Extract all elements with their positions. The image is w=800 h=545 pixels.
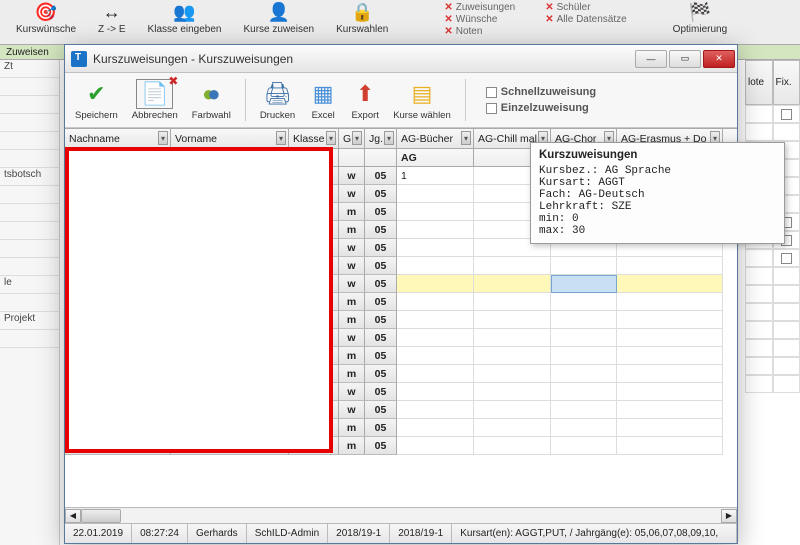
tab-zuweisen[interactable]: Zuweisen bbox=[6, 47, 49, 58]
colorpick-button[interactable]: ●● Farbwahl bbox=[188, 78, 235, 123]
sidebar-row[interactable] bbox=[0, 114, 59, 132]
fix-checkbox[interactable] bbox=[781, 109, 792, 120]
filter-icon[interactable]: ▾ bbox=[384, 131, 394, 145]
sidebar-row[interactable] bbox=[0, 222, 59, 240]
scroll-thumb[interactable] bbox=[81, 509, 121, 523]
sidebar-row[interactable] bbox=[0, 150, 59, 168]
target-icon: 🎯 bbox=[35, 2, 57, 22]
sidebar-row[interactable] bbox=[0, 240, 59, 258]
col-g[interactable]: G.▾ bbox=[339, 129, 365, 149]
strike-alledaten[interactable]: ✕Alle Datensätze bbox=[545, 14, 626, 25]
maximize-button[interactable]: ▭ bbox=[669, 50, 701, 68]
status-year2: 2018/19-1 bbox=[390, 524, 452, 543]
ribbon-kurswahlen[interactable]: 🔒 Kurswahlen bbox=[330, 2, 394, 35]
right-row[interactable] bbox=[745, 249, 800, 267]
minimize-button[interactable]: — bbox=[635, 50, 667, 68]
status-year1: 2018/19-1 bbox=[328, 524, 390, 543]
filter-icon[interactable]: ▾ bbox=[461, 131, 471, 145]
save-button[interactable]: ✔ Speichern bbox=[71, 78, 122, 123]
sidebar-row[interactable] bbox=[0, 78, 59, 96]
sidebar-row[interactable]: tsbotsch bbox=[0, 168, 59, 186]
dialog-titlebar[interactable]: Kurszuweisungen - Kurszuweisungen — ▭ ✕ bbox=[65, 45, 737, 73]
sidebar-row[interactable] bbox=[0, 96, 59, 114]
tooltip-title: Kurszuweisungen bbox=[539, 149, 776, 161]
status-role: SchILD-Admin bbox=[247, 524, 328, 543]
cancel-button[interactable]: ✖📄 Abbrechen bbox=[128, 78, 182, 123]
filter-icon[interactable]: ▾ bbox=[276, 131, 286, 145]
strike-labels: ✕Zuweisungen ✕Wünsche ✕Noten ✕Schüler ✕A… bbox=[444, 2, 626, 37]
pick-courses-button[interactable]: ▤ Kurse wählen bbox=[389, 78, 455, 123]
scroll-right-icon[interactable]: ▶ bbox=[721, 509, 737, 523]
list-icon: ▤ bbox=[408, 80, 436, 108]
sidebar-row[interactable] bbox=[0, 186, 59, 204]
separator bbox=[465, 79, 466, 121]
highlight-box bbox=[65, 147, 333, 453]
col-jg[interactable]: Jg.▾ bbox=[365, 129, 397, 149]
print-button[interactable]: 🖨 Drucken bbox=[256, 78, 299, 123]
strike-zuweisungen[interactable]: ✕Zuweisungen bbox=[444, 2, 515, 13]
sidebar-row[interactable] bbox=[0, 330, 59, 348]
right-row[interactable] bbox=[745, 105, 800, 123]
sidebar-row[interactable] bbox=[0, 294, 59, 312]
filter-icon[interactable]: ▾ bbox=[158, 131, 168, 145]
right-mini-grid: lote Fix. bbox=[745, 60, 800, 545]
ribbon-kurswuensche[interactable]: 🎯 Kurswünsche bbox=[10, 2, 82, 35]
status-bar: 22.01.2019 08:27:24 Gerhards SchILD-Admi… bbox=[65, 523, 737, 543]
status-time: 08:27:24 bbox=[132, 524, 188, 543]
dialog-title: Kurszuweisungen - Kurszuweisungen bbox=[93, 52, 635, 66]
grid-icon: ▦ bbox=[309, 80, 337, 108]
separator bbox=[245, 79, 246, 121]
sidebar-row[interactable] bbox=[0, 132, 59, 150]
ribbon-z-e[interactable]: ↔ Z -> E bbox=[92, 2, 132, 35]
close-button[interactable]: ✕ bbox=[703, 50, 735, 68]
col-lote[interactable]: lote bbox=[745, 60, 773, 105]
status-date: 22.01.2019 bbox=[65, 524, 132, 543]
col-fix[interactable]: Fix. bbox=[773, 60, 800, 105]
col-klasse[interactable]: Klasse▾ bbox=[289, 129, 339, 149]
scroll-track[interactable] bbox=[81, 509, 721, 523]
course-tooltip: Kurszuweisungen Kursbez.: AG Sprache Kur… bbox=[530, 142, 785, 244]
users-icon: 👥 bbox=[173, 2, 195, 22]
ribbon-klasse-eingeben[interactable]: 👥 Klasse eingeben bbox=[142, 2, 228, 35]
color-icon: ●● bbox=[197, 80, 225, 108]
printer-icon: 🖨 bbox=[264, 80, 292, 108]
horizontal-scrollbar[interactable]: ◀ ▶ bbox=[65, 507, 737, 523]
single-assign-checkbox[interactable]: Einzelzuweisung bbox=[486, 102, 596, 114]
col-vorname[interactable]: Vorname▾ bbox=[171, 129, 289, 149]
sidebar-row[interactable] bbox=[0, 204, 59, 222]
sub-ag: AG bbox=[397, 149, 474, 167]
fix-checkbox[interactable] bbox=[781, 253, 792, 264]
main-ribbon: 🎯 Kurswünsche ↔ Z -> E 👥 Klasse eingeben… bbox=[0, 0, 800, 45]
strike-schueler[interactable]: ✕Schüler bbox=[545, 2, 626, 13]
ribbon-kurse-zuweisen[interactable]: 👤 Kurse zuweisen bbox=[238, 2, 321, 35]
sidebar-row[interactable]: Zt bbox=[0, 60, 59, 78]
status-user: Gerhards bbox=[188, 524, 247, 543]
check-icon: ✔ bbox=[82, 80, 110, 108]
swap-icon: ↔ bbox=[103, 2, 121, 22]
sidebar-row[interactable]: le bbox=[0, 276, 59, 294]
filter-icon[interactable]: ▾ bbox=[352, 131, 362, 145]
scroll-left-icon[interactable]: ◀ bbox=[65, 509, 81, 523]
upload-icon: ⬆ bbox=[351, 80, 379, 108]
strike-noten[interactable]: ✕Noten bbox=[444, 26, 515, 37]
dialog-toolbar: ✔ Speichern ✖📄 Abbrechen ●● Farbwahl 🖨 D… bbox=[65, 73, 737, 128]
status-courses: Kursart(en): AGGT,PUT, / Jahrgäng(e): 05… bbox=[452, 524, 737, 543]
filter-icon[interactable]: ▾ bbox=[326, 131, 336, 145]
col-nachname[interactable]: Nachname▾ bbox=[65, 129, 171, 149]
quick-assign-checkbox[interactable]: Schnellzuweisung bbox=[486, 86, 596, 98]
flag-icon: 🏁 bbox=[689, 2, 711, 22]
export-button[interactable]: ⬆ Export bbox=[347, 78, 383, 123]
sidebar-row[interactable] bbox=[0, 258, 59, 276]
lock-icon: 🔒 bbox=[351, 2, 373, 22]
cancel-icon: ✖📄 bbox=[141, 80, 169, 108]
sidebar: Zt tsbotsch le Projekt bbox=[0, 60, 60, 545]
app-icon bbox=[71, 51, 87, 67]
kurszuweisungen-dialog: Kurszuweisungen - Kurszuweisungen — ▭ ✕ … bbox=[64, 44, 738, 544]
excel-button[interactable]: ▦ Excel bbox=[305, 78, 341, 123]
user-icon: 👤 bbox=[268, 2, 290, 22]
ribbon-optimierung[interactable]: 🏁 Optimierung bbox=[667, 2, 733, 35]
strike-wuensche[interactable]: ✕Wünsche bbox=[444, 14, 515, 25]
sidebar-row[interactable]: Projekt bbox=[0, 312, 59, 330]
col-ag-buecher[interactable]: AG-Bücher▾ bbox=[397, 129, 474, 149]
